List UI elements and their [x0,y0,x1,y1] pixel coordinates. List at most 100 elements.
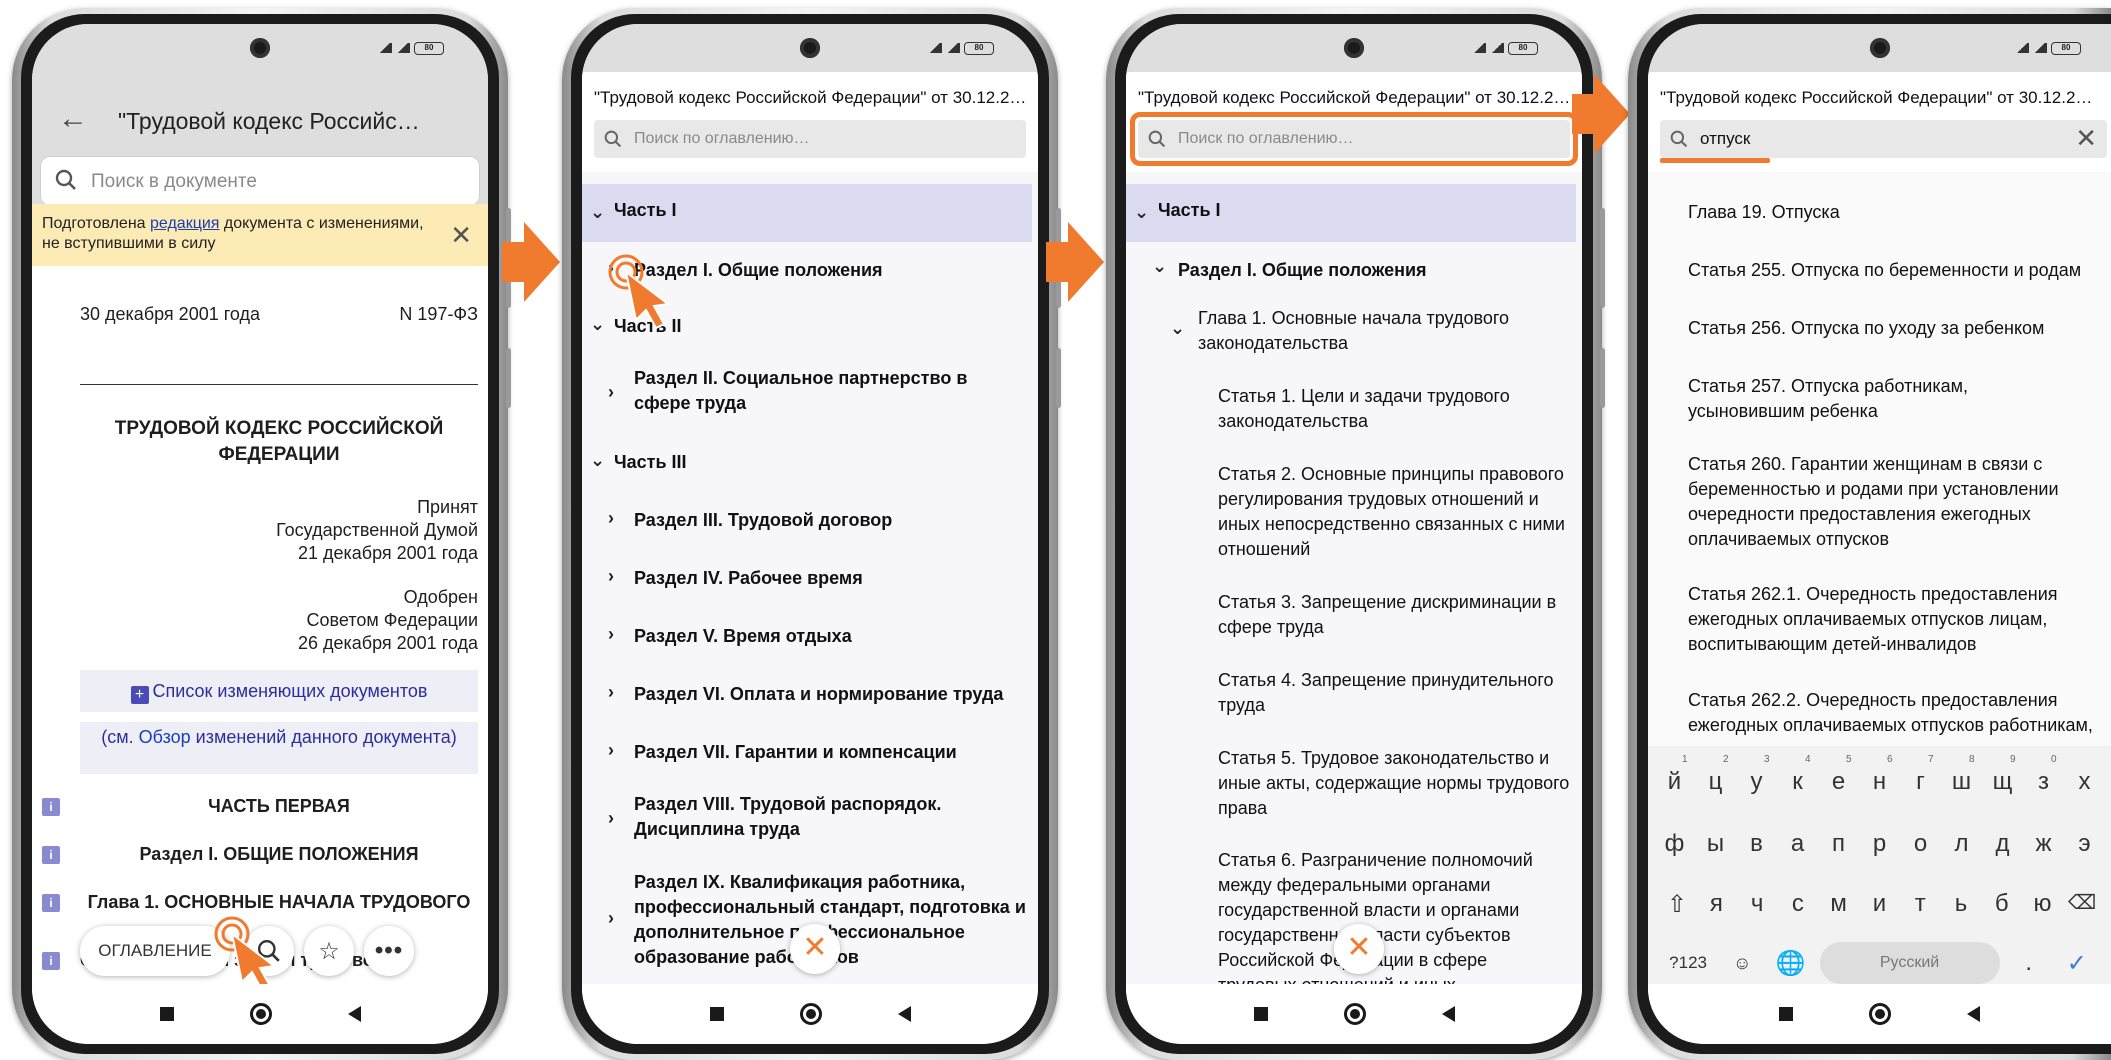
toc-item[interactable]: Статья 3. Запрещение дискриминации в сфе… [1126,586,1576,646]
toc-item[interactable]: ⌄ Глава 1. Основные начала трудового зак… [1126,302,1576,362]
key-е[interactable]: е5 [1820,754,1858,796]
toc-item[interactable]: › Раздел IV. Рабочее время [582,554,1032,610]
edition-link[interactable]: редакция [150,215,219,232]
home-icon[interactable] [799,1003,822,1025]
toc-search-input[interactable]: отпуск ✕ [1660,120,2107,158]
key-в[interactable]: в [1738,830,1776,858]
shift-key[interactable]: ⇧ [1658,890,1696,919]
toc-item[interactable]: ⌄ Раздел I. Общие положения [1126,242,1576,298]
period-key[interactable]: . [2010,949,2048,977]
toc-item[interactable]: ⌄ Часть III [582,436,1032,492]
key-о[interactable]: о [1902,830,1940,858]
home-icon[interactable] [249,1003,272,1025]
toc-search-input[interactable]: Поиск по оглавлению… [594,120,1026,158]
step-arrow [1046,222,1104,302]
back-arrow-icon[interactable]: ← [58,104,88,134]
key-ф[interactable]: ф [1656,830,1694,858]
recents-icon[interactable] [1253,1007,1268,1021]
key-ч[interactable]: ч [1738,890,1776,919]
key-й[interactable]: й1 [1656,754,1694,796]
enter-key[interactable]: ✓ [2058,949,2096,978]
toc-item[interactable]: ⌄ Часть I [582,184,1032,242]
key-ы[interactable]: ы [1697,830,1735,858]
approved-line: Советом Федерации [306,610,478,630]
key-э[interactable]: э [2066,830,2104,858]
info-icon[interactable]: i [42,798,60,816]
backspace-key[interactable]: ⌫ [2063,890,2101,919]
toc-item[interactable]: Статья 2. Основные принципы правового ре… [1126,458,1576,568]
home-icon[interactable] [1343,1003,1366,1025]
result-item[interactable]: Статья 262.2. Очередность предоставления… [1648,682,2105,742]
key-з[interactable]: з0 [2025,754,2063,796]
toc-item-label: Статья 4. Запрещение принудительного тру… [1218,670,1554,715]
toc-item[interactable]: › Раздел VIII. Трудовой распорядок. Дисц… [582,788,1032,848]
info-icon[interactable]: i [42,894,60,912]
heading-chapter: Глава 1. ОСНОВНЫЕ НАЧАЛА ТРУДОВОГО ЗАКОН… [87,892,471,912]
info-icon[interactable]: i [42,846,60,864]
toc-item[interactable]: Статья 1. Цели и задачи трудового законо… [1126,380,1576,440]
phone-frame-4: 80 "Трудовой кодекс Российской Федерации… [1628,8,2111,1060]
toc-item[interactable]: Статья 5. Трудовое законодательство и ин… [1126,742,1576,826]
toc-item[interactable]: ⌄ Часть I [1126,184,1576,242]
review-link[interactable]: Обзор [139,727,191,747]
toc-item[interactable]: › Раздел V. Время отдыха [582,612,1032,668]
globe-icon[interactable]: 🌐 [1771,949,1809,978]
key-т[interactable]: т [1901,890,1939,919]
back-icon[interactable] [897,1006,911,1022]
close-icon[interactable]: ✕ [450,222,472,248]
screen-document: 80 ← "Трудовой кодекс Российс… Поиск в д… [32,24,488,1044]
document-search-input[interactable]: Поиск в документе [40,156,480,206]
key-с[interactable]: с [1779,890,1817,919]
emoji-key[interactable]: ☺ [1723,953,1761,974]
toc-item[interactable]: › Раздел II. Социальное партнерство в сф… [582,362,1032,422]
space-key[interactable]: Русский [1819,942,2000,984]
key-д[interactable]: д [1984,830,2022,858]
heading-section: Раздел I. ОБЩИЕ ПОЛОЖЕНИЯ [139,844,419,864]
clear-icon[interactable]: ✕ [2075,124,2097,152]
toc-item[interactable]: › Раздел VI. Оплата и нормирование труда [582,670,1032,726]
close-toc-button[interactable]: ✕ [790,924,840,974]
close-toc-button[interactable]: ✕ [1334,924,1384,974]
key-р[interactable]: р [1861,830,1899,858]
favorite-button[interactable]: ☆ [304,926,354,976]
key-у[interactable]: у3 [1738,754,1776,796]
back-icon[interactable] [347,1006,361,1022]
home-icon[interactable] [1869,1003,1891,1025]
status-bar: 80 [32,24,488,72]
recents-icon[interactable] [709,1007,724,1021]
toc-button[interactable]: ОГЛАВЛЕНИЕ [80,926,230,976]
key-н[interactable]: н6 [1861,754,1899,796]
symbols-key[interactable]: ?123 [1663,953,1713,973]
key-к[interactable]: к4 [1779,754,1817,796]
screen-toc-expanded: 80 "Трудовой кодекс Российской Федерации… [1126,24,1582,1044]
key-г[interactable]: г7 [1902,754,1940,796]
key-х[interactable]: х [2066,768,2104,796]
recents-icon[interactable] [1779,1007,1793,1021]
key-ц[interactable]: ц2 [1697,754,1735,796]
key-л[interactable]: л [1943,830,1981,858]
back-icon[interactable] [1441,1006,1455,1022]
toc-item[interactable]: › Раздел VII. Гарантии и компенсации [582,728,1032,784]
changes-list-link[interactable]: + Список изменяющих документов [80,670,478,712]
key-ш[interactable]: ш8 [1943,754,1981,796]
key-а[interactable]: а [1779,830,1817,858]
key-и[interactable]: и [1860,890,1898,919]
toc-item-label: Часть I [1158,200,1221,220]
info-icon[interactable]: i [42,952,60,970]
toc-item[interactable]: Статья 4. Запрещение принудительного тру… [1126,664,1576,724]
key-п[interactable]: п [1820,830,1858,858]
result-label: Статья 262.1. Очередность предоставления… [1688,584,2058,654]
battery-icon: 80 [1508,41,1538,55]
key-щ[interactable]: щ9 [1984,754,2022,796]
back-icon[interactable] [1967,1006,1980,1022]
key-ж[interactable]: ж [2025,830,2063,858]
key-б[interactable]: б [1983,890,2021,919]
recents-icon[interactable] [159,1007,174,1021]
key-ь[interactable]: ь [1942,890,1980,919]
key-м[interactable]: м [1820,890,1858,919]
more-button[interactable]: ••• [364,926,414,976]
chevron-right-icon: › [608,382,614,402]
key-я[interactable]: я [1697,890,1735,919]
key-ю[interactable]: ю [2024,890,2062,919]
toc-item[interactable]: › Раздел III. Трудовой договор [582,496,1032,552]
